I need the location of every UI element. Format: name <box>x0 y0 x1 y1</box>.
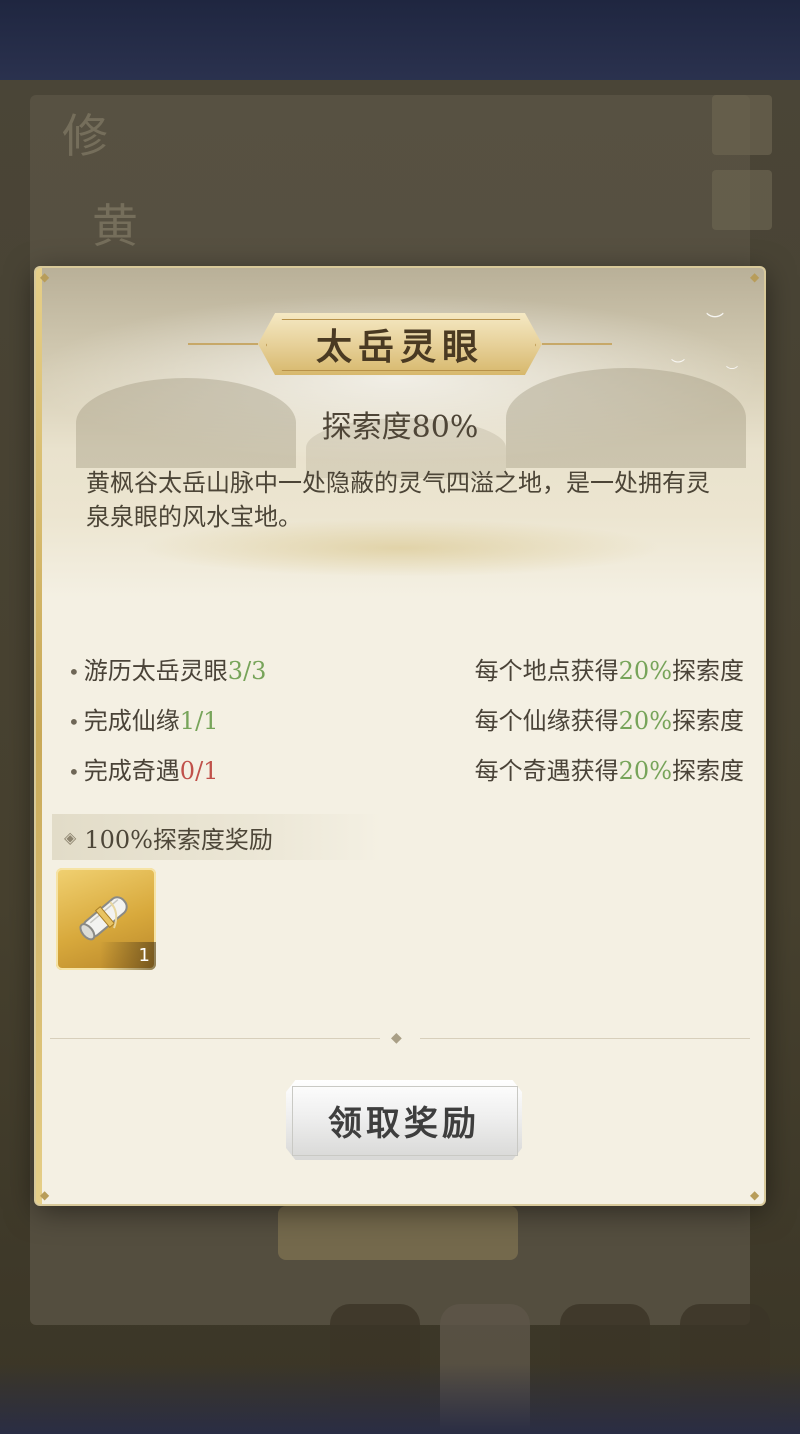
task-label: 完成奇遇 <box>83 757 180 785</box>
task-reward-suffix: 探索度 <box>672 657 744 685</box>
divider-line <box>420 1038 750 1039</box>
title-plaque-border <box>266 319 536 371</box>
task-reward-pct: 20% <box>618 757 672 785</box>
bird-icon: ︶ <box>726 365 739 379</box>
task-row: • 完成仙缘1/1 每个仙缘获得20%探索度 <box>68 701 758 751</box>
corner-ornament: ◆ <box>40 1188 50 1202</box>
task-progress: 0/1 <box>179 757 219 785</box>
bird-icon: ︶ <box>671 359 685 375</box>
reward-item-slot[interactable]: 1 <box>56 868 156 970</box>
item-count: 1 <box>138 945 150 966</box>
task-row: • 游历太岳灵眼3/3 每个地点获得20%探索度 <box>68 651 758 701</box>
exploration-percentage: 探索度80% <box>321 410 479 445</box>
location-description: 黄枫谷太岳山脉中一处隐蔽的灵气四溢之地，是一处拥有灵泉泉眼的风水宝地。 <box>86 469 710 531</box>
task-reward-suffix: 探索度 <box>672 707 744 735</box>
claim-reward-button[interactable]: 领取奖励 <box>286 1080 522 1160</box>
corner-ornament: ◆ <box>750 270 760 284</box>
task-label: 完成仙缘 <box>83 707 180 735</box>
bullet-icon: • <box>68 760 80 784</box>
task-progress: 1/1 <box>179 707 219 735</box>
background-tab <box>712 95 772 155</box>
divider-diamond-icon: ◆ <box>391 1030 402 1046</box>
task-reward-prefix: 每个仙缘获得 <box>474 707 619 735</box>
background-button <box>278 1206 518 1260</box>
reward-section-header: ◈ 100%探索度奖励 <box>52 814 382 860</box>
task-reward-prefix: 每个地点获得 <box>474 657 619 685</box>
task-reward-pct: 20% <box>618 707 672 735</box>
task-reward-prefix: 每个奇遇获得 <box>474 757 619 785</box>
reward-section-title: 100%探索度奖励 <box>84 825 273 854</box>
background-tab <box>712 170 772 230</box>
bullet-icon: • <box>68 710 80 734</box>
corner-ornament: ◆ <box>750 1188 760 1202</box>
task-reward-suffix: 探索度 <box>672 757 744 785</box>
task-reward-pct: 20% <box>618 657 672 685</box>
background-glyph: 修 <box>62 109 108 163</box>
exploration-dialog: ︶ ︶ ︶ ◆ ◆ ◆ ◆ 太岳灵眼 探索度80% 黄枫谷太岳山脉中一处隐蔽的灵… <box>36 268 764 1204</box>
task-label: 游历太岳灵眼 <box>83 657 228 685</box>
title-ornament-right <box>542 343 612 345</box>
background-sky <box>0 0 800 90</box>
background-footer <box>0 1364 800 1434</box>
diamond-icon: ◈ <box>64 827 77 847</box>
task-list: • 游历太岳灵眼3/3 每个地点获得20%探索度 • 完成仙缘1/1 每个仙缘获得2… <box>68 651 758 801</box>
task-progress: 3/3 <box>227 657 267 685</box>
background-glyph: 黄 <box>92 199 138 253</box>
bird-icon: ︶ <box>706 312 724 333</box>
bullet-icon: • <box>68 660 80 684</box>
task-row: • 完成奇遇0/1 每个奇遇获得20%探索度 <box>68 751 758 801</box>
corner-ornament: ◆ <box>40 270 50 284</box>
title-ornament-left <box>188 343 258 345</box>
divider-line <box>50 1038 380 1039</box>
claim-reward-label: 领取奖励 <box>328 1103 480 1144</box>
